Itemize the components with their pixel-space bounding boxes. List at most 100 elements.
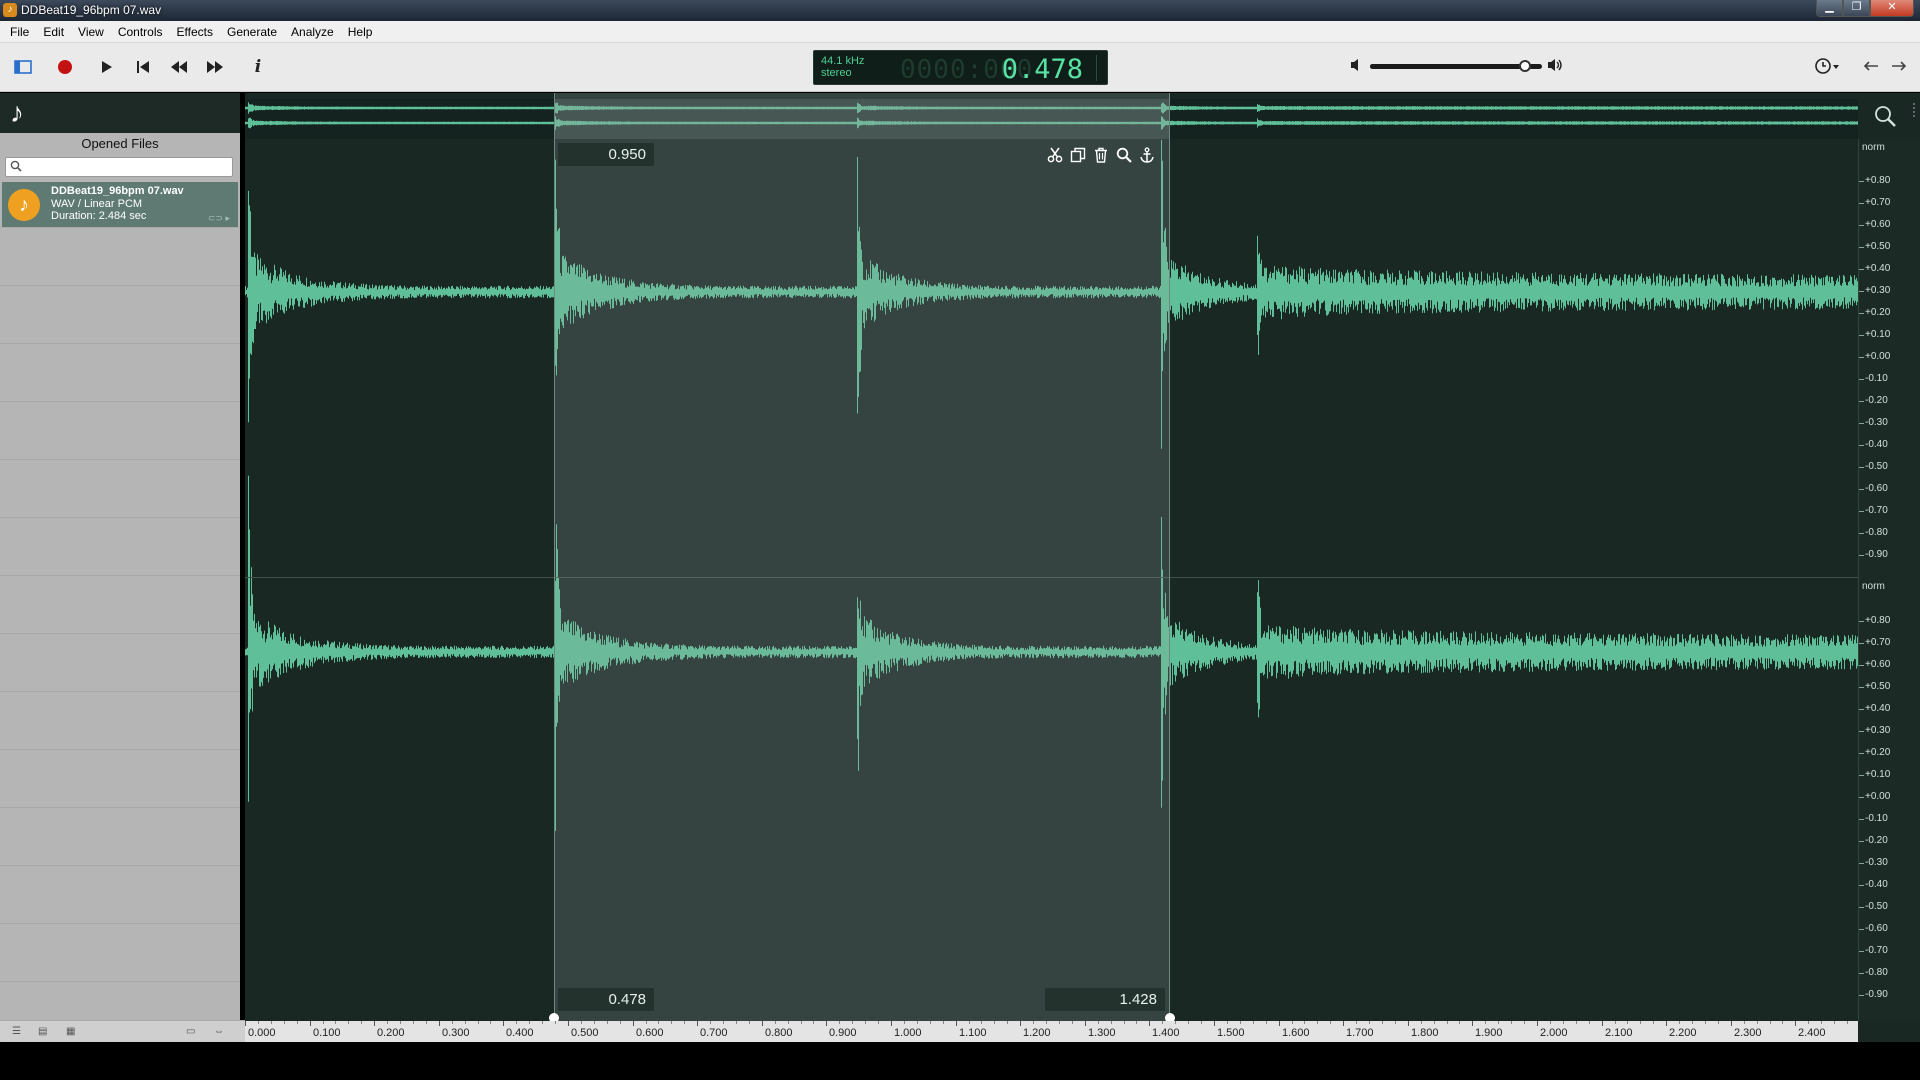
amplitude-label: -0.10	[1865, 373, 1888, 384]
arrow-left-icon[interactable]	[1862, 59, 1880, 73]
time-ruler-minor-tick	[1834, 1021, 1835, 1024]
arrow-right-icon[interactable]	[1890, 59, 1908, 73]
time-ruler-minor-tick	[1330, 1021, 1331, 1024]
time-ruler-label: 0.600	[636, 1027, 664, 1039]
file-panel-header: ♪	[0, 93, 240, 133]
time-ruler-tick	[1279, 1021, 1280, 1026]
panel-resize-icon[interactable]: ⇔	[214, 1026, 224, 1037]
channel1-scale-label: norm	[1862, 142, 1885, 153]
file-list-rows	[0, 227, 240, 1027]
amplitude-tick	[1859, 555, 1864, 556]
menu-generate[interactable]: Generate	[220, 21, 284, 43]
volume-slider[interactable]	[1370, 64, 1542, 69]
menu-file[interactable]: File	[3, 21, 36, 43]
time-ruler-minor-tick	[749, 1021, 750, 1024]
time-ruler-minor-tick	[452, 1021, 453, 1024]
lcd-mode-indicator[interactable]	[1096, 55, 1104, 81]
maximize-button[interactable]: ❐	[1843, 0, 1870, 17]
file-list-item[interactable]: ♪ DDBeat19_96bpm 07.wav WAV / Linear PCM…	[2, 182, 238, 227]
time-ruler-minor-tick	[1188, 1021, 1189, 1024]
volume-low-icon[interactable]	[1349, 57, 1365, 73]
time-ruler-tick	[956, 1021, 957, 1026]
file-search[interactable]	[5, 157, 233, 177]
amplitude-tick	[1859, 621, 1864, 622]
menu-edit[interactable]: Edit	[36, 21, 71, 43]
zoom-icon[interactable]	[1872, 103, 1900, 131]
menu-view[interactable]: View	[71, 21, 111, 43]
list-view-icon[interactable]: ☰	[12, 1026, 21, 1037]
file-list-row-separator	[0, 981, 240, 982]
time-ruler-tick	[503, 1021, 504, 1026]
toggle-panel-button[interactable]	[9, 53, 37, 81]
time-ruler-minor-tick	[1576, 1021, 1577, 1024]
copy-button[interactable]	[1068, 145, 1087, 164]
play-button[interactable]	[92, 53, 120, 81]
minimize-button[interactable]: ▁	[1816, 0, 1843, 17]
panel-option-icon[interactable]: ▭	[186, 1026, 195, 1037]
volume-knob[interactable]	[1519, 60, 1531, 72]
panel-grip[interactable]	[1913, 103, 1917, 117]
amplitude-tick	[1859, 533, 1864, 534]
menu-effects[interactable]: Effects	[170, 21, 220, 43]
selection-region[interactable]	[554, 93, 1170, 1021]
amplitude-label: +0.30	[1865, 725, 1891, 736]
amplitude-label: +0.60	[1865, 659, 1891, 670]
amplitude-label: -0.90	[1865, 989, 1888, 1000]
time-ruler-tick	[1731, 1021, 1732, 1026]
amplitude-tick	[1859, 247, 1864, 248]
amplitude-label: +0.10	[1865, 329, 1891, 340]
time-ruler-minor-tick	[1627, 1021, 1628, 1024]
time-ruler-minor-tick	[284, 1021, 285, 1024]
skip-start-button[interactable]	[129, 53, 157, 81]
cut-button[interactable]	[1045, 145, 1064, 164]
anchor-button[interactable]	[1137, 145, 1156, 164]
amplitude-tick	[1859, 269, 1864, 270]
channels-label: stereo	[821, 67, 852, 79]
time-ruler[interactable]: 0.000 0.100 0.200 0.300 0.400 0.500 0.600 0.700…	[245, 1021, 1858, 1042]
time-ruler-minor-tick	[1266, 1021, 1267, 1024]
compact-view-icon[interactable]: ▤	[38, 1026, 47, 1037]
time-ruler-tick	[1537, 1021, 1538, 1026]
amplitude-label: -0.40	[1865, 879, 1888, 890]
amplitude-tick	[1859, 203, 1864, 204]
menu-analyze[interactable]: Analyze	[284, 21, 341, 43]
time-ruler-minor-tick	[426, 1021, 427, 1024]
amplitude-label: +0.20	[1865, 307, 1891, 318]
time-ruler-label: 2.400	[1798, 1027, 1826, 1039]
fast-forward-button[interactable]	[201, 53, 229, 81]
panel-title: Opened Files	[81, 136, 159, 151]
grid-view-icon[interactable]: ▦	[66, 1026, 75, 1037]
time-ruler-tick	[245, 1021, 246, 1026]
history-icon[interactable]	[1814, 56, 1840, 76]
file-list-row-separator	[0, 517, 240, 518]
file-search-input[interactable]	[24, 159, 224, 175]
rewind-button[interactable]	[165, 53, 193, 81]
delete-button[interactable]	[1091, 145, 1110, 164]
menu-controls[interactable]: Controls	[111, 21, 170, 43]
amplitude-label: -0.20	[1865, 395, 1888, 406]
menu-help[interactable]: Help	[341, 21, 380, 43]
time-ruler-minor-tick	[1808, 1021, 1809, 1024]
amplitude-label: +0.80	[1865, 175, 1891, 186]
time-ruler-minor-tick	[1304, 1021, 1305, 1024]
zoom-selection-button[interactable]	[1114, 145, 1133, 164]
info-button[interactable]: i	[244, 53, 272, 81]
close-button[interactable]: ✕	[1870, 0, 1914, 17]
time-ruler-minor-tick	[335, 1021, 336, 1024]
file-list-row-separator	[0, 749, 240, 750]
time-ruler-minor-tick	[801, 1021, 802, 1024]
amplitude-label: +0.10	[1865, 769, 1891, 780]
amplitude-tick	[1859, 995, 1864, 996]
time-ruler-minor-tick	[1369, 1021, 1370, 1024]
amplitude-label: +0.00	[1865, 791, 1891, 802]
file-item-controls-icon[interactable]: ⊂⊃ ▸	[208, 213, 230, 224]
time-ruler-minor-tick	[1511, 1021, 1512, 1024]
time-ruler-minor-tick	[1770, 1021, 1771, 1024]
time-ruler-tick	[1666, 1021, 1667, 1026]
record-button[interactable]	[51, 53, 79, 81]
time-ruler-minor-tick	[1640, 1021, 1641, 1024]
file-list-row-separator	[0, 343, 240, 344]
amplitude-tick	[1859, 489, 1864, 490]
time-ruler-minor-tick	[671, 1021, 672, 1024]
volume-high-icon[interactable]	[1546, 57, 1564, 73]
